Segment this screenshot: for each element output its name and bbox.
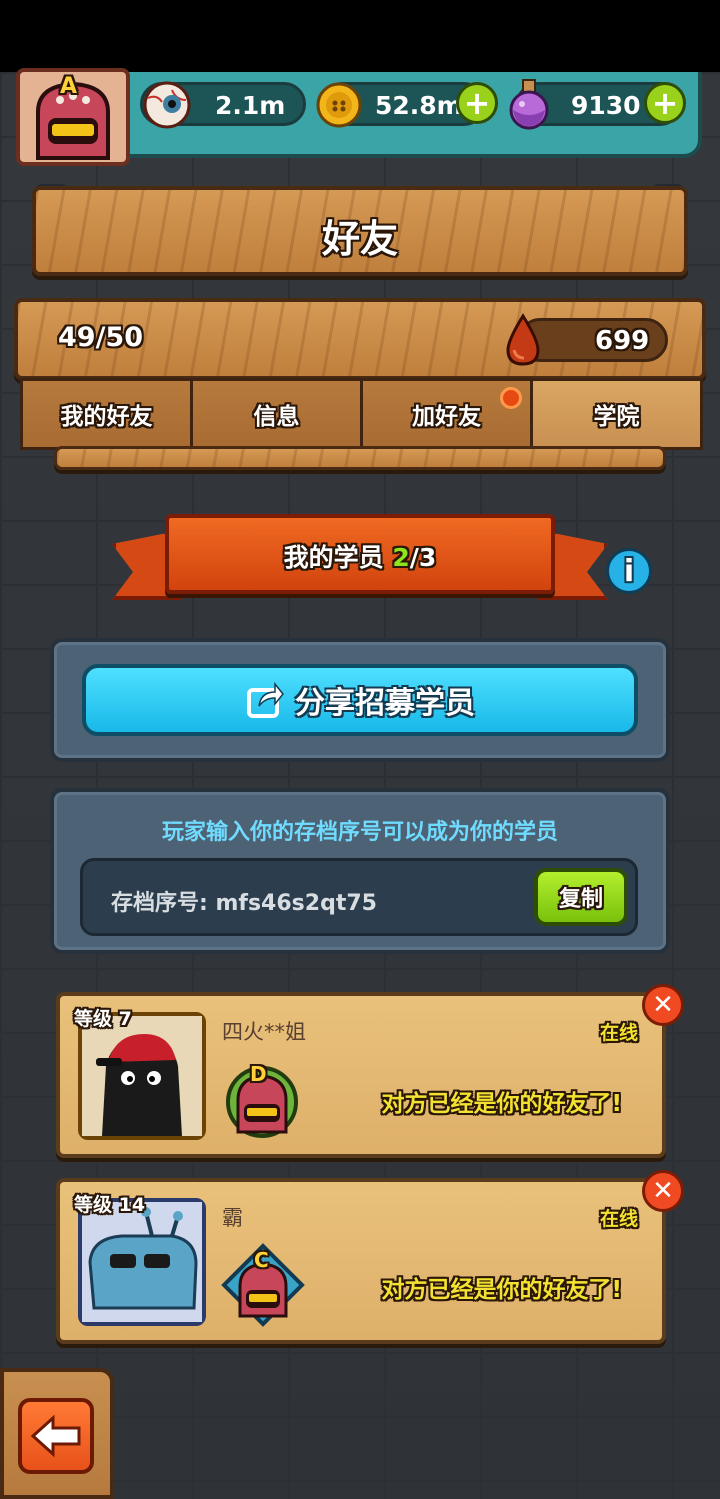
blood-drop-icon: [506, 313, 540, 366]
coins-value: 52.8m: [375, 91, 463, 120]
player-avatar-frame[interactable]: A: [16, 68, 130, 166]
student-name: 四火**姐: [222, 1020, 306, 1044]
student-status: 在线: [599, 1022, 638, 1044]
info-icon: i: [623, 553, 635, 589]
student-rank: D: [250, 1062, 267, 1086]
blue-monster-avatar: [82, 1202, 202, 1322]
copy-button[interactable]: 复制: [534, 868, 628, 926]
student-status: 在线: [599, 1208, 638, 1230]
notification-dot: [500, 387, 522, 409]
eyes-value: 2.1m: [215, 91, 286, 120]
student-portrait-1[interactable]: [78, 1012, 206, 1140]
tab-academy[interactable]: 学院: [530, 378, 703, 450]
share-icon: [247, 681, 284, 718]
tab-my-friends[interactable]: 我的好友: [20, 378, 193, 450]
back-arrow-icon: [30, 1414, 81, 1458]
close-icon: ✕: [652, 1176, 674, 1206]
student-card-2: 等级 14 霸 在线 C 对方已经是你的好友了!: [56, 1178, 666, 1344]
student-name: 霸: [222, 1206, 243, 1230]
share-recruit-button[interactable]: 分享招募学员: [82, 664, 638, 736]
resource-bar: 2.1m 52.8m + 9130 +: [110, 72, 702, 158]
students-total: /3: [409, 543, 437, 572]
student-portrait-2[interactable]: [78, 1198, 206, 1326]
save-code: 存档序号: mfs46s2qt75: [111, 891, 377, 916]
tab-label: 加好友: [412, 404, 481, 430]
black-monster-avatar: [82, 1016, 202, 1136]
instruction-text: 玩家输入你的存档序号可以成为你的学员: [161, 820, 558, 845]
potion-value: 9130: [571, 91, 641, 120]
coin-icon: [316, 82, 362, 128]
friends-count: 49/50: [58, 322, 144, 353]
remove-student-button-1[interactable]: ✕: [642, 984, 684, 1026]
player-rank: A: [60, 74, 78, 99]
plus-icon: +: [463, 84, 491, 122]
student-level: 等级 14: [74, 1194, 146, 1216]
info-button[interactable]: i: [606, 548, 652, 594]
remove-student-button-2[interactable]: ✕: [642, 1170, 684, 1212]
student-card-1: 等级 7 四火**姐 在线 D 对方已经是你的好友了!: [56, 992, 666, 1158]
system-status-bar: [0, 0, 720, 72]
students-current: 2: [392, 543, 410, 572]
tab-bar: 我的好友 信息 加好友 学院: [20, 378, 703, 454]
friends-count-plank: 49/50 699: [14, 298, 706, 380]
student-level: 等级 7: [74, 1008, 132, 1030]
eyeball-icon: [143, 81, 191, 129]
tab-base-plank: [54, 446, 666, 470]
page-title: 好友: [321, 217, 398, 261]
share-button-label: 分享招募学员: [295, 686, 475, 721]
student-message: 对方已经是你的好友了!: [381, 1091, 623, 1117]
student-rank: C: [254, 1248, 269, 1272]
students-count: 我的学员 2/3: [169, 538, 551, 574]
close-icon: ✕: [652, 990, 674, 1020]
back-button[interactable]: [18, 1398, 94, 1474]
tab-label: 信息: [253, 404, 300, 430]
title-plank: 好友: [32, 186, 688, 276]
buy-potion-button[interactable]: +: [644, 82, 686, 124]
tab-messages[interactable]: 信息: [190, 378, 363, 450]
students-banner: 我的学员 2/3: [165, 514, 555, 594]
copy-button-label: 复制: [558, 887, 603, 912]
tab-label: 学院: [593, 404, 640, 430]
banner-label: 我的学员: [283, 543, 384, 572]
student-message: 对方已经是你的好友了!: [381, 1277, 623, 1303]
plus-icon: +: [651, 84, 679, 122]
tab-add-friend[interactable]: 加好友: [360, 378, 533, 450]
tab-label: 我的好友: [60, 404, 153, 430]
buy-coins-button[interactable]: +: [456, 82, 498, 124]
potion-icon: [509, 79, 549, 130]
blood-value: 699: [595, 326, 650, 356]
